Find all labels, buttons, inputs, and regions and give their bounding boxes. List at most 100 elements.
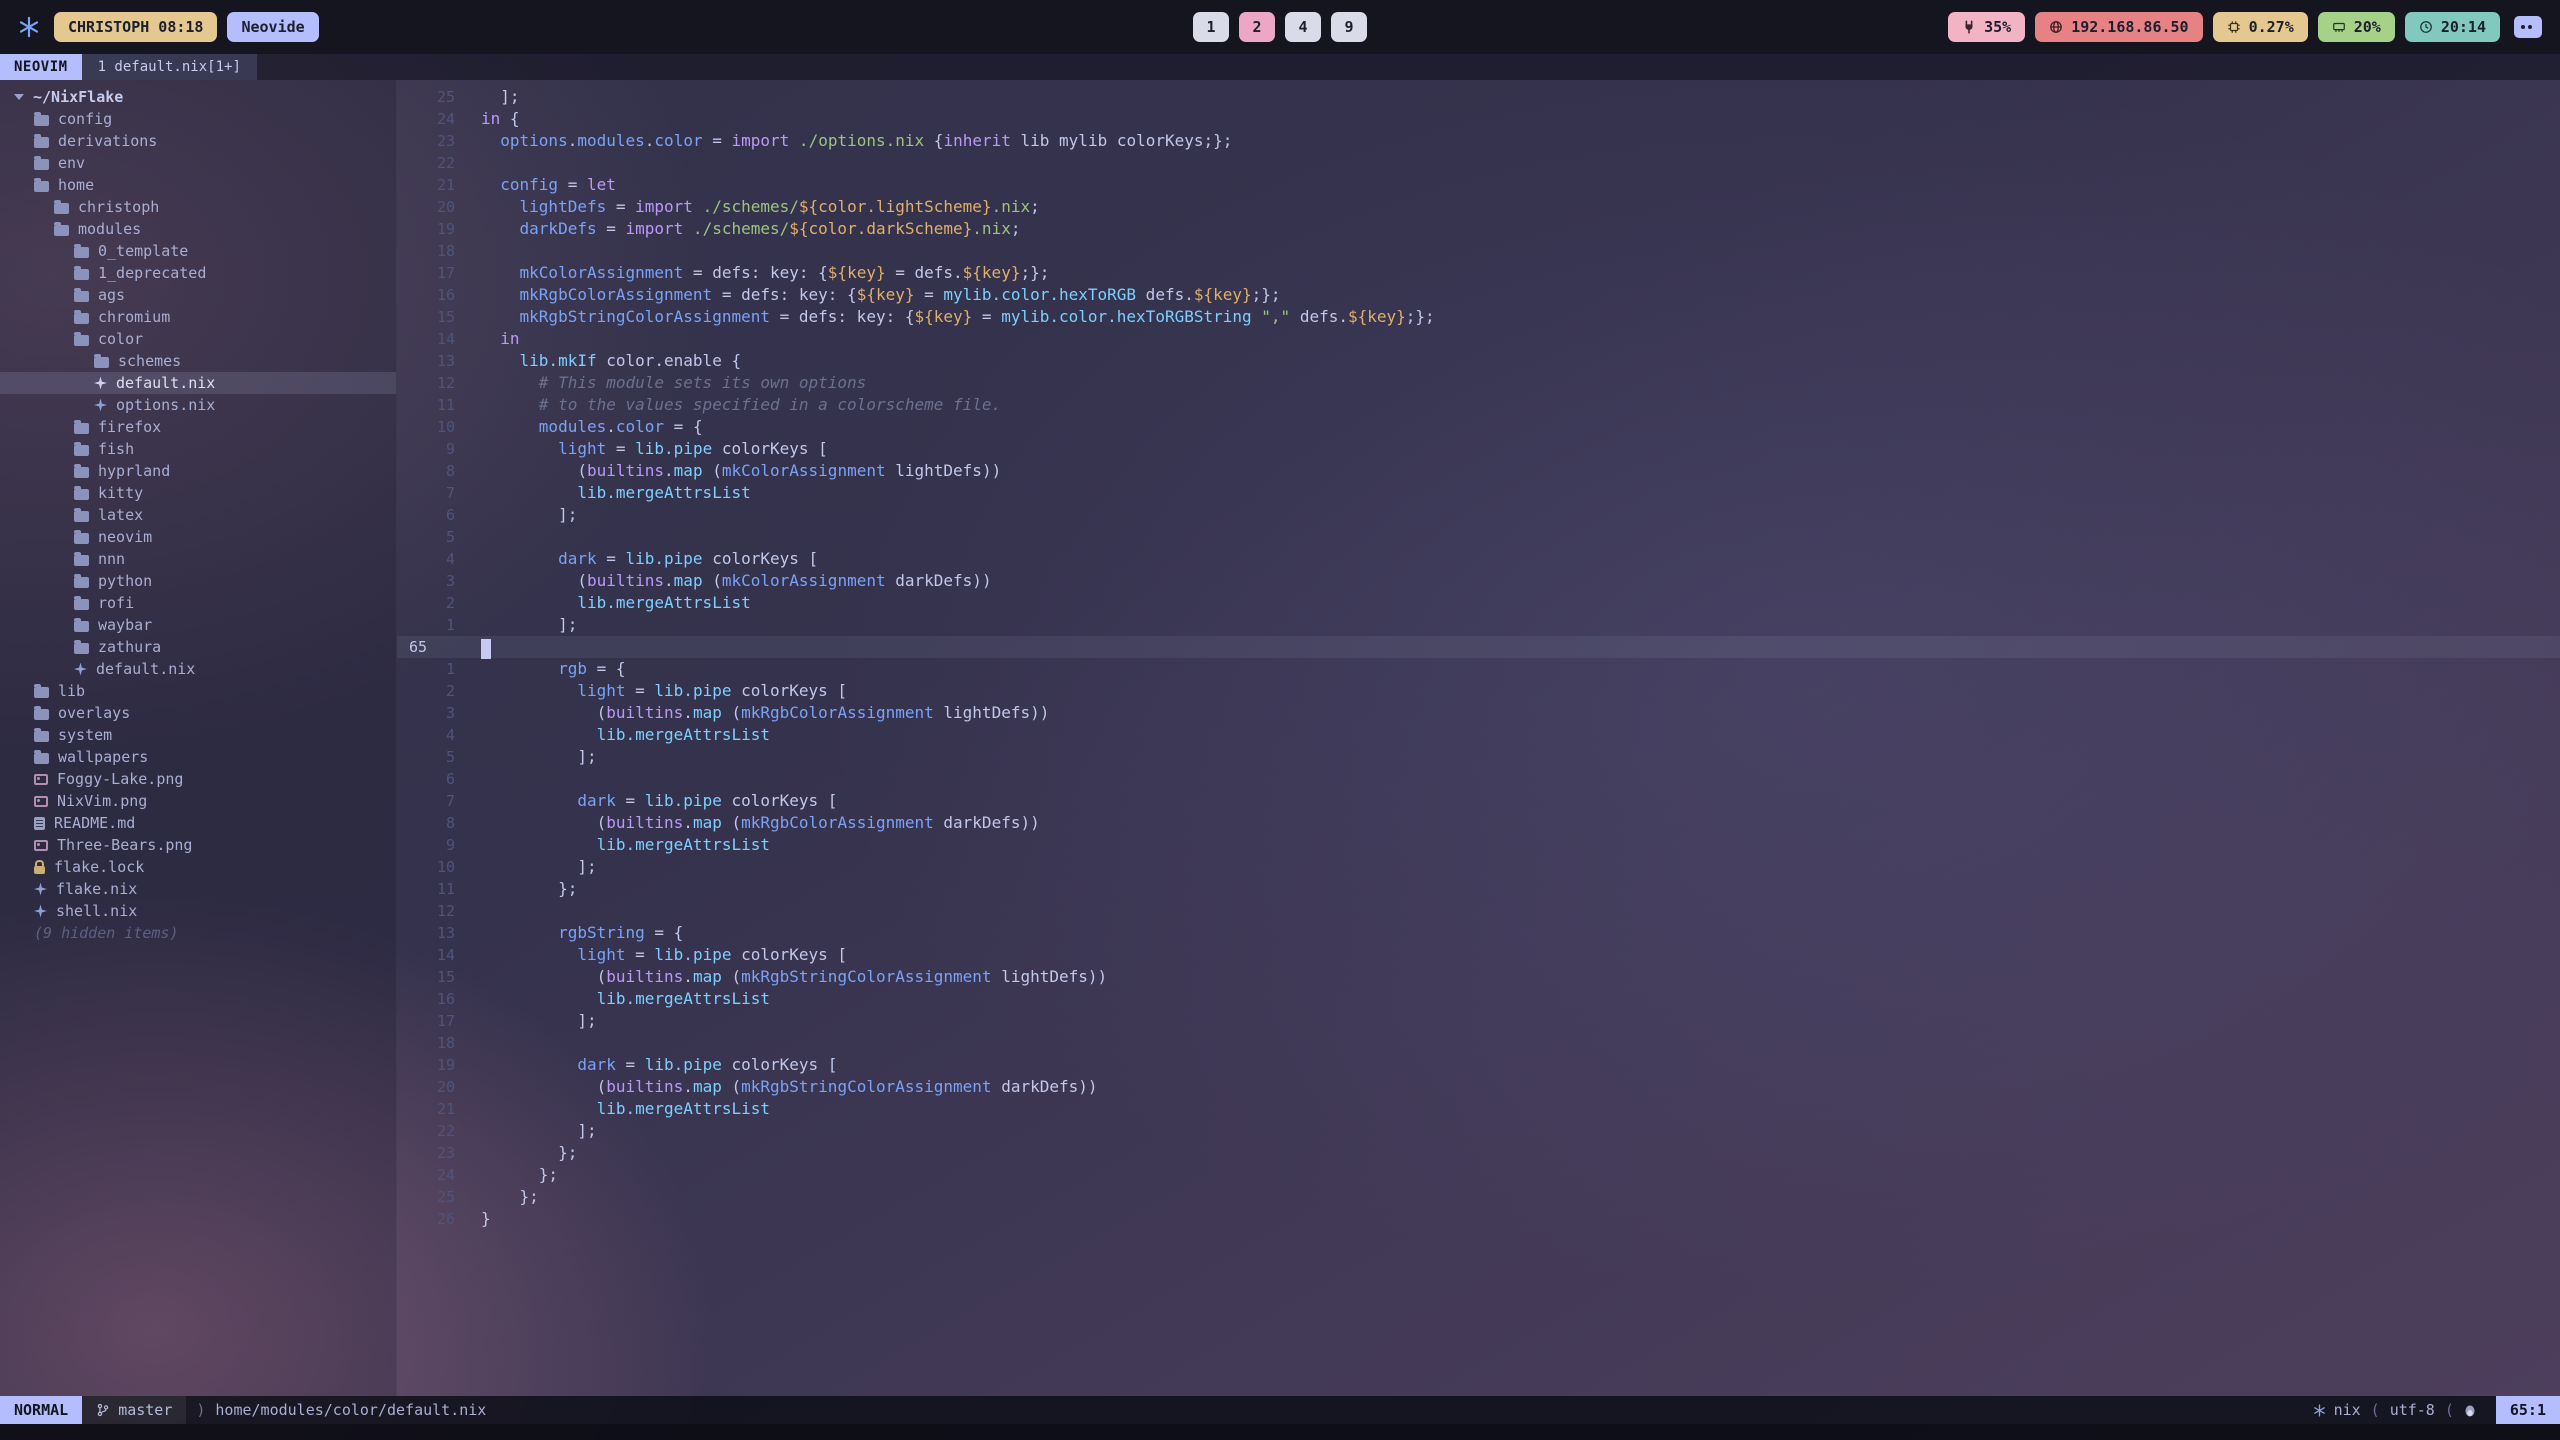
code-line[interactable]: 10 modules.color = { (397, 416, 2560, 438)
code-line[interactable]: 23 }; (397, 1142, 2560, 1164)
code-line[interactable]: 13 rgbString = { (397, 922, 2560, 944)
tree-item-latex[interactable]: latex (0, 504, 396, 526)
code-line[interactable]: 14 in (397, 328, 2560, 350)
tree-item-nnn[interactable]: nnn (0, 548, 396, 570)
code-line[interactable]: 22 ]; (397, 1120, 2560, 1142)
workspace-2-button[interactable]: 2 (1239, 12, 1275, 42)
code-line[interactable]: 22 (397, 152, 2560, 174)
tree-item-home[interactable]: home (0, 174, 396, 196)
tree-item-kitty[interactable]: kitty (0, 482, 396, 504)
tree-item-lib[interactable]: lib (0, 680, 396, 702)
tray-icon[interactable] (2514, 16, 2542, 38)
command-line[interactable] (0, 1424, 2560, 1440)
code-line[interactable]: 5 (397, 526, 2560, 548)
code-line[interactable]: 19 dark = lib.pipe colorKeys [ (397, 1054, 2560, 1076)
cursor-line[interactable]: 65 (397, 636, 2560, 658)
code-line[interactable]: 4 lib.mergeAttrsList (397, 724, 2560, 746)
code-line[interactable]: 15 mkRgbStringColorAssignment = defs: ke… (397, 306, 2560, 328)
tree-item-chromium[interactable]: chromium (0, 306, 396, 328)
code-line[interactable]: 5 ]; (397, 746, 2560, 768)
code-line[interactable]: 24 }; (397, 1164, 2560, 1186)
tree-item-rofi[interactable]: rofi (0, 592, 396, 614)
workspace-4-button[interactable]: 4 (1285, 12, 1321, 42)
tree-item-color[interactable]: color (0, 328, 396, 350)
tree-item-ags[interactable]: ags (0, 284, 396, 306)
code-line[interactable]: 6 (397, 768, 2560, 790)
code-line[interactable]: 23 options.modules.color = import ./opti… (397, 130, 2560, 152)
tree-item-readme.md[interactable]: README.md (0, 812, 396, 834)
code-line[interactable]: 6 ]; (397, 504, 2560, 526)
tree-item-fish[interactable]: fish (0, 438, 396, 460)
tree-item-env[interactable]: env (0, 152, 396, 174)
tree-item-three-bears.png[interactable]: Three-Bears.png (0, 834, 396, 856)
tree-item-waybar[interactable]: waybar (0, 614, 396, 636)
tree-item-schemes[interactable]: schemes (0, 350, 396, 372)
tree-item-python[interactable]: python (0, 570, 396, 592)
tree-item-0-template[interactable]: 0_template (0, 240, 396, 262)
code-line[interactable]: 17 ]; (397, 1010, 2560, 1032)
editor-buffer[interactable]: 25 ];24in {23 options.modules.color = im… (397, 80, 2560, 1396)
tree-item-modules[interactable]: modules (0, 218, 396, 240)
code-line[interactable]: 25 ]; (397, 86, 2560, 108)
code-line[interactable]: 25 }; (397, 1186, 2560, 1208)
tree-item-neovim[interactable]: neovim (0, 526, 396, 548)
code-line[interactable]: 9 lib.mergeAttrsList (397, 834, 2560, 856)
tree-item--nixflake[interactable]: ~/NixFlake (0, 86, 396, 108)
code-line[interactable]: 16 lib.mergeAttrsList (397, 988, 2560, 1010)
tree-item-wallpapers[interactable]: wallpapers (0, 746, 396, 768)
tree-item-flake.lock[interactable]: flake.lock (0, 856, 396, 878)
code-line[interactable]: 18 (397, 1032, 2560, 1054)
code-line[interactable]: 26} (397, 1208, 2560, 1230)
code-line[interactable]: 10 ]; (397, 856, 2560, 878)
git-branch[interactable]: master (82, 1396, 186, 1424)
code-line[interactable]: 20 lightDefs = import ./schemes/${color.… (397, 196, 2560, 218)
code-line[interactable]: 7 lib.mergeAttrsList (397, 482, 2560, 504)
code-line[interactable]: 21 lib.mergeAttrsList (397, 1098, 2560, 1120)
code-line[interactable]: 17 mkColorAssignment = defs: key: {${key… (397, 262, 2560, 284)
workspace-9-button[interactable]: 9 (1331, 12, 1367, 42)
code-line[interactable]: 13 lib.mkIf color.enable { (397, 350, 2560, 372)
code-line[interactable]: 3 (builtins.map (mkRgbColorAssignment li… (397, 702, 2560, 724)
tab-default-nix[interactable]: 1 default.nix[1+] (82, 54, 257, 80)
tree-item-overlays[interactable]: overlays (0, 702, 396, 724)
tree-item--9-hidden-items-[interactable]: (9 hidden items) (0, 922, 396, 944)
code-line[interactable]: 1 rgb = { (397, 658, 2560, 680)
tree-item-default.nix[interactable]: default.nix (0, 372, 396, 394)
code-line[interactable]: 8 (builtins.map (mkColorAssignment light… (397, 460, 2560, 482)
code-line[interactable]: 11 # to the values specified in a colors… (397, 394, 2560, 416)
tree-item-hyprland[interactable]: hyprland (0, 460, 396, 482)
tree-item-derivations[interactable]: derivations (0, 130, 396, 152)
tree-item-foggy-lake.png[interactable]: Foggy-Lake.png (0, 768, 396, 790)
code-line[interactable]: 12 (397, 900, 2560, 922)
code-line[interactable]: 21 config = let (397, 174, 2560, 196)
code-line[interactable]: 16 mkRgbColorAssignment = defs: key: {${… (397, 284, 2560, 306)
code-line[interactable]: 2 light = lib.pipe colorKeys [ (397, 680, 2560, 702)
code-line[interactable]: 19 darkDefs = import ./schemes/${color.d… (397, 218, 2560, 240)
tree-item-zathura[interactable]: zathura (0, 636, 396, 658)
tree-item-shell.nix[interactable]: shell.nix (0, 900, 396, 922)
tree-item-nixvim.png[interactable]: NixVim.png (0, 790, 396, 812)
code-line[interactable]: 1 ]; (397, 614, 2560, 636)
code-line[interactable]: 18 (397, 240, 2560, 262)
code-line[interactable]: 11 }; (397, 878, 2560, 900)
code-line[interactable]: 8 (builtins.map (mkRgbColorAssignment da… (397, 812, 2560, 834)
code-line[interactable]: 24in { (397, 108, 2560, 130)
tree-item-options.nix[interactable]: options.nix (0, 394, 396, 416)
tree-item-1-deprecated[interactable]: 1_deprecated (0, 262, 396, 284)
code-line[interactable]: 3 (builtins.map (mkColorAssignment darkD… (397, 570, 2560, 592)
code-line[interactable]: 7 dark = lib.pipe colorKeys [ (397, 790, 2560, 812)
tree-item-config[interactable]: config (0, 108, 396, 130)
code-line[interactable]: 15 (builtins.map (mkRgbStringColorAssign… (397, 966, 2560, 988)
workspace-1-button[interactable]: 1 (1193, 12, 1229, 42)
tree-item-flake.nix[interactable]: flake.nix (0, 878, 396, 900)
tree-item-system[interactable]: system (0, 724, 396, 746)
tree-item-firefox[interactable]: firefox (0, 416, 396, 438)
tree-item-christoph[interactable]: christoph (0, 196, 396, 218)
code-line[interactable]: 2 lib.mergeAttrsList (397, 592, 2560, 614)
code-line[interactable]: 12 # This module sets its own options (397, 372, 2560, 394)
tree-item-default.nix[interactable]: default.nix (0, 658, 396, 680)
code-line[interactable]: 9 light = lib.pipe colorKeys [ (397, 438, 2560, 460)
code-line[interactable]: 4 dark = lib.pipe colorKeys [ (397, 548, 2560, 570)
code-line[interactable]: 14 light = lib.pipe colorKeys [ (397, 944, 2560, 966)
code-line[interactable]: 20 (builtins.map (mkRgbStringColorAssign… (397, 1076, 2560, 1098)
